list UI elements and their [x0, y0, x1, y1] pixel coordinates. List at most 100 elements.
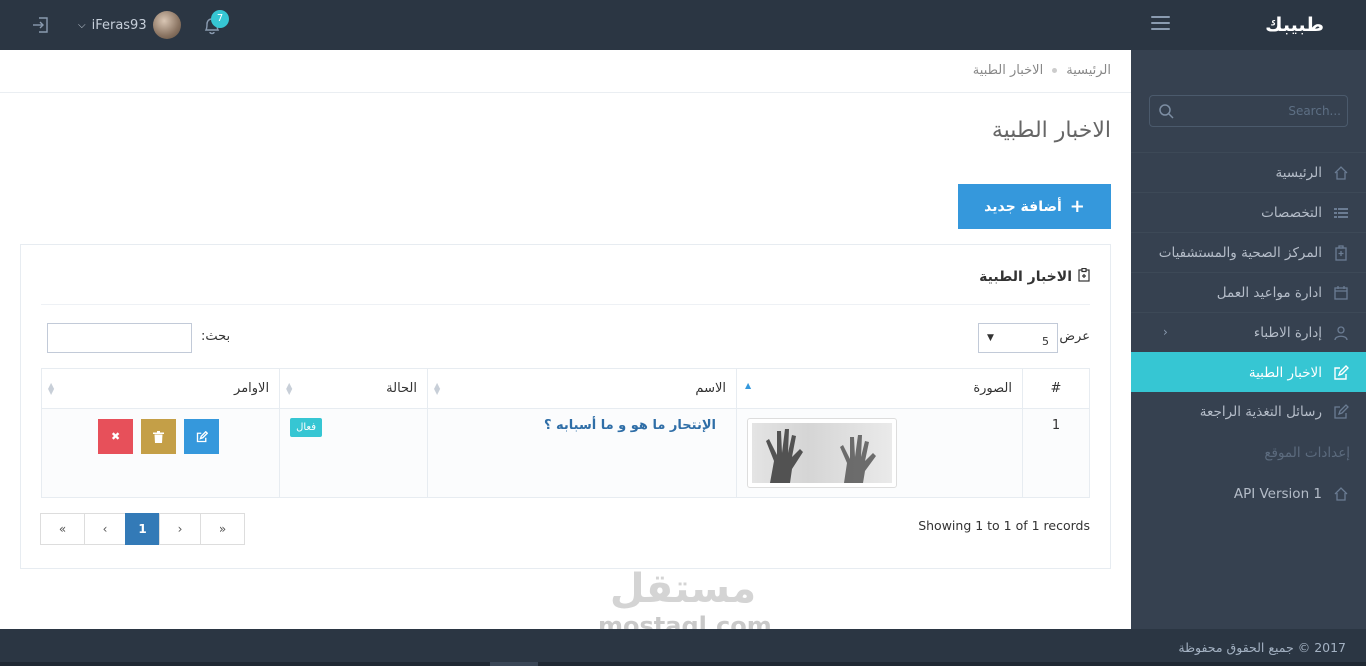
row-name-cell: الإنتحار ما هو و ما أسبابه ؟ — [427, 408, 737, 498]
portlet-title: الاخبار الطبية — [979, 267, 1090, 286]
pager-last[interactable]: » — [200, 513, 245, 545]
close-icon: ✖ — [110, 430, 121, 443]
sidebar-item-label: إدارة الاطباء — [1253, 324, 1322, 341]
row-actions: ✖ — [52, 418, 269, 454]
section-heading-label: إعدادات الموقع — [1264, 445, 1350, 461]
sidebar-item-specialties[interactable]: التخصصات — [1131, 192, 1366, 232]
row-number: 1 — [1022, 408, 1090, 498]
page-length-value: 5 — [1042, 334, 1049, 348]
caret-down-icon: ▼ — [987, 333, 994, 343]
edit-icon — [196, 430, 208, 442]
sidebar-item-label: الاخبار الطبية — [1248, 364, 1322, 381]
pager-prev[interactable]: ‹ — [84, 513, 126, 545]
sidebar-nav: الرئيسية التخصصات المركز الصحية والمستشف… — [1131, 152, 1366, 514]
divider — [0, 92, 1131, 93]
sidebar: الرئيسية التخصصات المركز الصحية والمستشف… — [1131, 50, 1366, 629]
trash-button[interactable] — [141, 419, 177, 454]
breadcrumb-current: الاخبار الطبية — [972, 63, 1044, 78]
clipboard-icon — [1078, 267, 1090, 286]
list-icon — [1332, 204, 1350, 222]
table-search-input[interactable] — [47, 323, 192, 353]
edit-icon — [1332, 364, 1350, 382]
logout-icon[interactable] — [31, 15, 51, 35]
sort-asc-icon: ▲ — [745, 381, 752, 390]
news-thumbnail[interactable] — [747, 418, 897, 488]
news-portlet: الاخبار الطبية عرض ▼ 5 بحث: # الصورة ▲ ا… — [20, 244, 1111, 569]
sidebar-item-label: ادارة مواعيد العمل — [1216, 284, 1322, 301]
sidebar-item-api[interactable]: API Version 1 — [1131, 474, 1366, 514]
plus-icon: + — [1069, 196, 1085, 217]
add-new-button[interactable]: + أضافة جديد — [958, 184, 1111, 229]
table-row: 1 الإنتحار ما هو و ما أسبابه ؟ فعال ✖ — [40, 408, 1090, 498]
top-bar: طبيبك ⌵ iFeras93 7 — [0, 0, 1366, 50]
chevron-left-icon: ‹ — [1163, 325, 1168, 339]
table-search-label: بحث: — [201, 329, 231, 344]
news-table: # الصورة ▲ الاسم ▲▼ الحالة ▲▼ الاوامر — [40, 368, 1090, 498]
footer: 2017 © جميع الحقوق محفوظة — [0, 629, 1366, 666]
sidebar-item-home[interactable]: الرئيسية — [1131, 152, 1366, 192]
copyright-text: 2017 © جميع الحقوق محفوظة — [1178, 640, 1346, 655]
row-status-cell: فعال — [279, 408, 428, 498]
home-icon — [1332, 164, 1350, 182]
sidebar-item-label: الرئيسية — [1275, 164, 1323, 181]
main-content: الرئيسية الاخبار الطبية الاخبار الطبية + … — [0, 50, 1131, 629]
sidebar-section-heading: إعدادات الموقع — [1131, 432, 1366, 474]
home-icon — [1332, 485, 1350, 503]
sort-icon: ▲ ▼ — [286, 381, 293, 396]
column-header-label: الاوامر — [234, 381, 270, 396]
status-badge[interactable]: فعال — [290, 418, 322, 437]
divider — [41, 304, 1090, 305]
pagination: « ‹ 1 › » — [40, 513, 245, 545]
notification-badge[interactable]: 7 — [211, 10, 229, 28]
delete-button[interactable]: ✖ — [98, 419, 134, 454]
menu-toggle-icon[interactable] — [1151, 16, 1170, 30]
sidebar-item-feedback[interactable]: رسائل التغذية الراجعة — [1131, 392, 1366, 432]
sidebar-item-hospitals[interactable]: المركز الصحية والمستشفيات — [1131, 232, 1366, 272]
sidebar-item-label: API Version 1 — [1233, 486, 1322, 502]
pager-page-1[interactable]: 1 — [125, 513, 160, 545]
column-header-label: الاسم — [695, 381, 726, 396]
length-label: عرض — [1059, 329, 1090, 344]
footer-strip — [0, 662, 1366, 666]
breadcrumb-home[interactable]: الرئيسية — [1066, 63, 1111, 78]
doctors-icon — [1332, 324, 1350, 342]
table-header-row: # الصورة ▲ الاسم ▲▼ الحالة ▲▼ الاوامر — [40, 368, 1090, 409]
column-header-actions[interactable]: الاوامر ▲ ▼ — [40, 368, 281, 409]
app-brand[interactable]: طبيبك — [1265, 14, 1324, 36]
sort-icon: ▲ ▼ — [48, 381, 55, 396]
sidebar-item-label: المركز الصحية والمستشفيات — [1158, 244, 1322, 261]
page-length-select[interactable]: ▼ 5 — [978, 323, 1058, 353]
column-header-name[interactable]: الاسم ▲ ▼ — [427, 368, 737, 409]
row-actions-cell: ✖ — [40, 408, 281, 498]
column-header-number[interactable]: # — [1022, 368, 1090, 409]
search-icon[interactable] — [1158, 103, 1174, 119]
avatar — [152, 11, 181, 39]
sidebar-item-label: رسائل التغذية الراجعة — [1199, 404, 1322, 420]
chevron-down-icon: ⌵ — [78, 19, 86, 31]
records-info: Showing 1 to 1 of 1 records — [918, 518, 1090, 533]
breadcrumb: الرئيسية الاخبار الطبية — [973, 63, 1111, 78]
pager-next[interactable]: › — [159, 513, 201, 545]
column-header-label: الصورة — [973, 381, 1012, 396]
add-new-label: أضافة جديد — [984, 198, 1062, 215]
sort-icon: ▲ ▼ — [434, 381, 441, 396]
sidebar-item-doctors[interactable]: إدارة الاطباء ‹ — [1131, 312, 1366, 352]
user-menu[interactable]: ⌵ iFeras93 — [78, 11, 181, 39]
pager-first[interactable]: « — [40, 513, 85, 545]
news-title-link[interactable]: الإنتحار ما هو و ما أسبابه ؟ — [438, 418, 726, 433]
sidebar-item-schedules[interactable]: ادارة مواعيد العمل — [1131, 272, 1366, 312]
edit-icon — [1332, 403, 1350, 421]
calendar-icon — [1332, 284, 1350, 302]
edit-button[interactable] — [184, 419, 220, 454]
trash-icon — [153, 430, 165, 443]
row-image-cell — [736, 408, 1023, 498]
sidebar-search — [1149, 95, 1348, 127]
column-header-label: الحالة — [386, 381, 417, 396]
sidebar-item-medical-news[interactable]: الاخبار الطبية — [1131, 352, 1366, 392]
sidebar-item-label: التخصصات — [1261, 204, 1322, 221]
column-header-image[interactable]: الصورة ▲ — [736, 368, 1023, 409]
column-header-status[interactable]: الحالة ▲ ▼ — [279, 368, 428, 409]
sidebar-search-input[interactable] — [1187, 96, 1347, 126]
breadcrumb-separator — [1052, 68, 1058, 73]
username: iFeras93 — [91, 17, 147, 33]
